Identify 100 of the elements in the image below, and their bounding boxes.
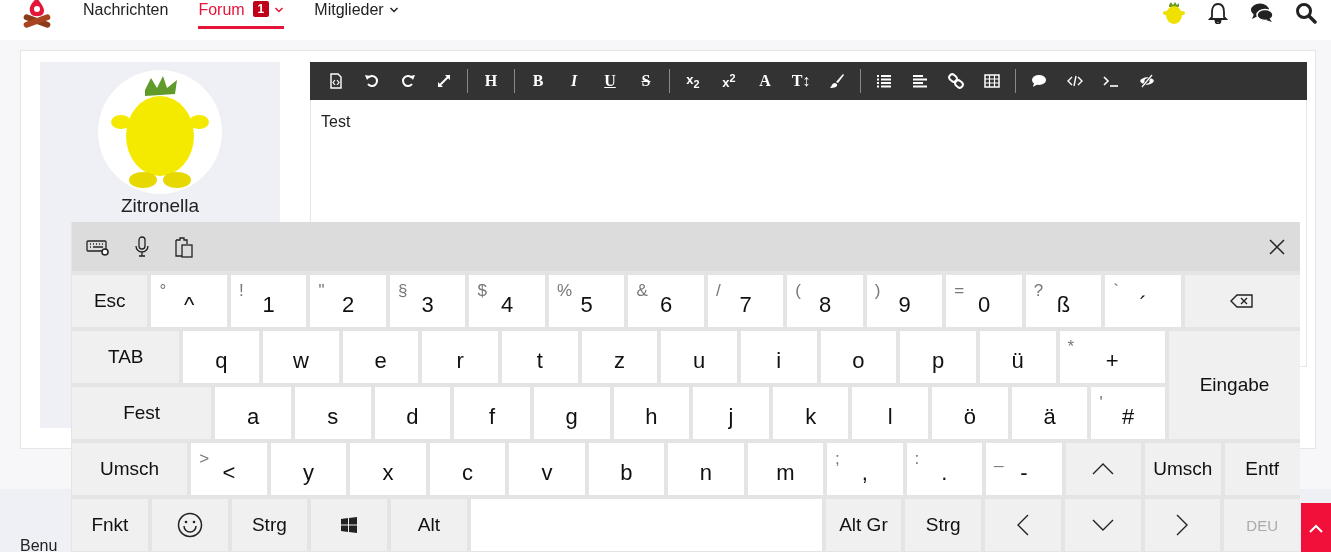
footer-text: Benu xyxy=(20,537,58,552)
keyboard-key[interactable]: Alt xyxy=(391,499,467,551)
keyboard-key[interactable]: d xyxy=(374,387,451,439)
keyboard-key[interactable]: 3 § xyxy=(389,275,466,327)
format-button[interactable]: T↕ xyxy=(783,66,819,96)
keyboard-key[interactable]: ß ? xyxy=(1025,275,1102,327)
keyboard-key[interactable]: q xyxy=(183,331,260,383)
keyboard-key[interactable]: 5 % xyxy=(548,275,625,327)
keyboard-key[interactable]: Fest xyxy=(72,387,212,439)
keyboard-key[interactable]: Esc xyxy=(72,275,148,327)
keyboard-key[interactable]: , ; xyxy=(827,443,903,495)
keyboard-key[interactable]: Strg xyxy=(905,499,982,551)
keyboard-key[interactable]: 1 ! xyxy=(230,275,307,327)
keyboard-key[interactable]: Alt Gr xyxy=(825,499,902,551)
keyboard-key[interactable]: 6 & xyxy=(628,275,704,327)
enter-key[interactable]: Eingabe xyxy=(1169,331,1300,439)
keyboard-key[interactable]: Umsch xyxy=(1145,443,1221,495)
keyboard-key[interactable]: ö xyxy=(932,387,1008,439)
keyboard-key[interactable]: ´ ` xyxy=(1105,275,1181,327)
keyboard-key[interactable]: 0 = xyxy=(946,275,1022,327)
notification-badge: 1 xyxy=(252,1,270,17)
redo-icon xyxy=(400,73,416,89)
format-button[interactable]: B xyxy=(520,66,556,96)
keyboard-key[interactable]: ä xyxy=(1011,387,1088,439)
keyboard-key[interactable]: c xyxy=(429,443,506,495)
keyboard-key[interactable]: l xyxy=(852,387,929,439)
keyboard-key[interactable]: 9 ) xyxy=(866,275,943,327)
format-button[interactable]: U xyxy=(592,66,628,96)
keyboard-key[interactable]: < > xyxy=(191,443,267,495)
keyboard-key[interactable]: # ' xyxy=(1091,387,1165,439)
eye-slash-icon xyxy=(1139,73,1155,89)
chevron-up-icon xyxy=(1308,522,1324,533)
keyboard-key[interactable]: + * xyxy=(1059,331,1166,383)
expand-icon xyxy=(436,73,452,89)
keyboard-key[interactable]: h xyxy=(613,387,690,439)
keyboard-key[interactable]: t xyxy=(502,331,578,383)
keyboard-key[interactable]: 2 " xyxy=(310,275,386,327)
chevron-left-icon xyxy=(1016,514,1029,536)
nav-link[interactable]: Mitglieder xyxy=(314,0,399,26)
undo-icon xyxy=(364,73,380,89)
keyboard-key[interactable]: f xyxy=(454,387,530,439)
bell-icon[interactable] xyxy=(1207,2,1229,24)
keyboard-key[interactable]: e xyxy=(342,331,419,383)
keyboard-key[interactable]: b xyxy=(588,443,665,495)
chevron-right-icon xyxy=(1176,514,1189,536)
microphone-icon[interactable] xyxy=(134,235,150,258)
keyboard-key[interactable]: x xyxy=(350,443,426,495)
brush-icon xyxy=(829,73,845,89)
keyboard-key[interactable]: TAB xyxy=(72,331,180,383)
smiley-icon xyxy=(176,512,203,538)
keyboard-key[interactable]: o xyxy=(820,331,897,383)
keyboard-key[interactable]: m xyxy=(747,443,824,495)
keyboard-key[interactable]: Entf xyxy=(1224,443,1300,495)
format-button[interactable]: A xyxy=(747,66,783,96)
keyboard-key[interactable]: u xyxy=(661,331,737,383)
keyboard-key[interactable]: a xyxy=(215,387,291,439)
code-icon xyxy=(1067,73,1083,89)
format-button[interactable]: H xyxy=(473,66,509,96)
keyboard-key[interactable]: z xyxy=(581,331,658,383)
nav-link[interactable]: Nachrichten xyxy=(83,0,169,26)
keyboard-key[interactable]: - _ xyxy=(986,443,1062,495)
keyboard-key[interactable]: 4 $ xyxy=(469,275,545,327)
clipboard-icon[interactable] xyxy=(174,235,194,258)
search-icon[interactable] xyxy=(1295,2,1317,24)
keyboard-key[interactable]: . : xyxy=(906,443,983,495)
align-left-icon xyxy=(912,73,928,89)
keyboard-key[interactable]: y xyxy=(270,443,347,495)
keyboard-key[interactable]: j xyxy=(693,387,769,439)
scroll-to-top-button[interactable] xyxy=(1301,503,1331,552)
keyboard-key[interactable]: ü xyxy=(979,331,1056,383)
keyboard-key[interactable]: 7 / xyxy=(707,275,784,327)
nav-link[interactable]: Forum 1 xyxy=(198,0,285,29)
keyboard-key[interactable]: w xyxy=(263,331,339,383)
keyboard-key[interactable]: p xyxy=(900,331,976,383)
speech-bubble-icon xyxy=(1031,73,1047,89)
keyboard-key[interactable]: v xyxy=(509,443,585,495)
chat-icon[interactable] xyxy=(1250,2,1274,24)
format-button[interactable]: S xyxy=(628,66,664,96)
source-code-icon xyxy=(328,73,344,89)
keyboard-key[interactable]: 8 ( xyxy=(787,275,863,327)
keyboard-key[interactable]: k xyxy=(772,387,849,439)
format-button[interactable]: x$^{2}$ xyxy=(711,66,747,96)
list-icon xyxy=(876,73,892,89)
format-button[interactable]: x$_{2}$ xyxy=(675,66,711,96)
keyboard-key[interactable]: i xyxy=(740,331,817,383)
keyboard-key[interactable]: g xyxy=(533,387,610,439)
chevron-up-icon xyxy=(1092,463,1115,475)
format-button[interactable]: I xyxy=(556,66,592,96)
keyboard-key[interactable]: s xyxy=(294,387,371,439)
keyboard-key[interactable]: r xyxy=(422,331,499,383)
keyboard-key[interactable]: n xyxy=(668,443,744,495)
keyboard-key[interactable] xyxy=(151,499,228,551)
keyboard-key[interactable]: ^ ° xyxy=(151,275,227,327)
keyboard-key[interactable]: Fnkt xyxy=(72,499,148,551)
keyboard-key[interactable] xyxy=(311,499,387,551)
keyboard-key[interactable]: Strg xyxy=(231,499,308,551)
avatar-icon[interactable] xyxy=(1162,1,1186,25)
terminal-icon xyxy=(1103,73,1119,89)
keyboard-key[interactable]: Umsch xyxy=(72,443,188,495)
close-icon[interactable] xyxy=(1268,237,1286,256)
